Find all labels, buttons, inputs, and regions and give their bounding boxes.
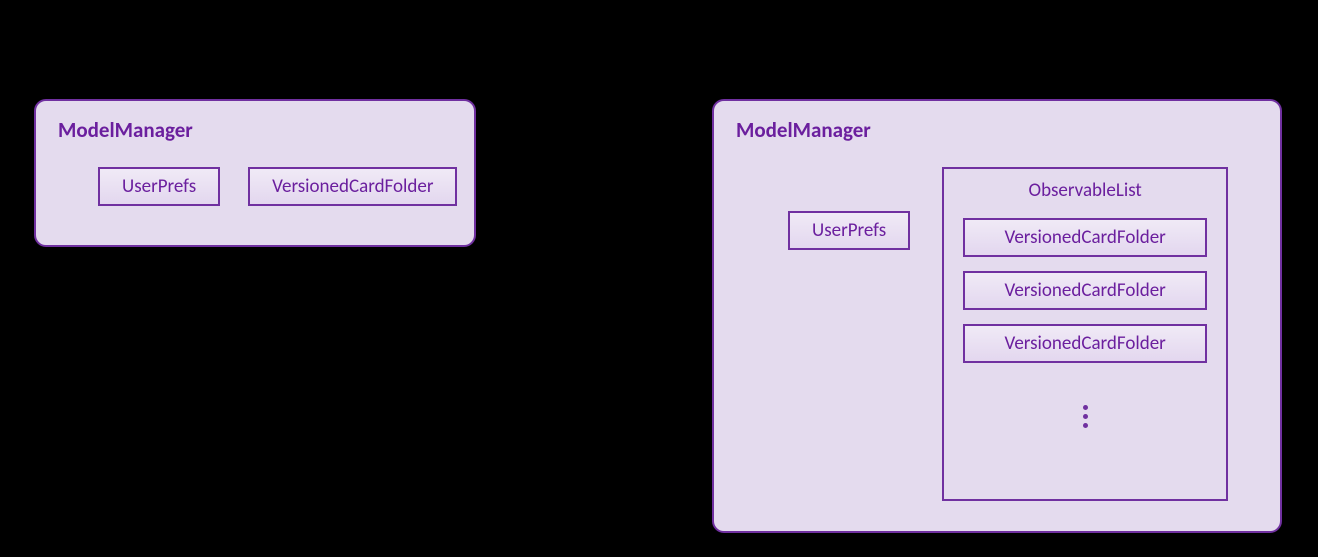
userprefs-box-right: UserPrefs <box>788 211 910 250</box>
versioned-card-folder-item: VersionedCardFolder <box>963 271 1207 310</box>
observable-list-box: ObservableList VersionedCardFolder Versi… <box>942 167 1228 501</box>
panel-title-right: ModelManager <box>736 117 1258 143</box>
right-content: UserPrefs ObservableList VersionedCardFo… <box>736 167 1258 501</box>
userprefs-box-left: UserPrefs <box>98 167 220 206</box>
model-manager-panel-right: ModelManager UserPrefs ObservableList Ve… <box>712 99 1282 533</box>
versioned-card-folder-item: VersionedCardFolder <box>963 218 1207 257</box>
left-row: UserPrefs VersionedCardFolder <box>58 167 452 206</box>
observable-list-title: ObservableList <box>1029 179 1142 202</box>
model-manager-panel-left: ModelManager UserPrefs VersionedCardFold… <box>34 99 476 247</box>
versioned-card-folder-item: VersionedCardFolder <box>963 324 1207 363</box>
ellipsis-icon <box>1083 405 1088 428</box>
versioned-card-folder-box-left: VersionedCardFolder <box>248 167 457 206</box>
panel-title-left: ModelManager <box>58 117 452 143</box>
